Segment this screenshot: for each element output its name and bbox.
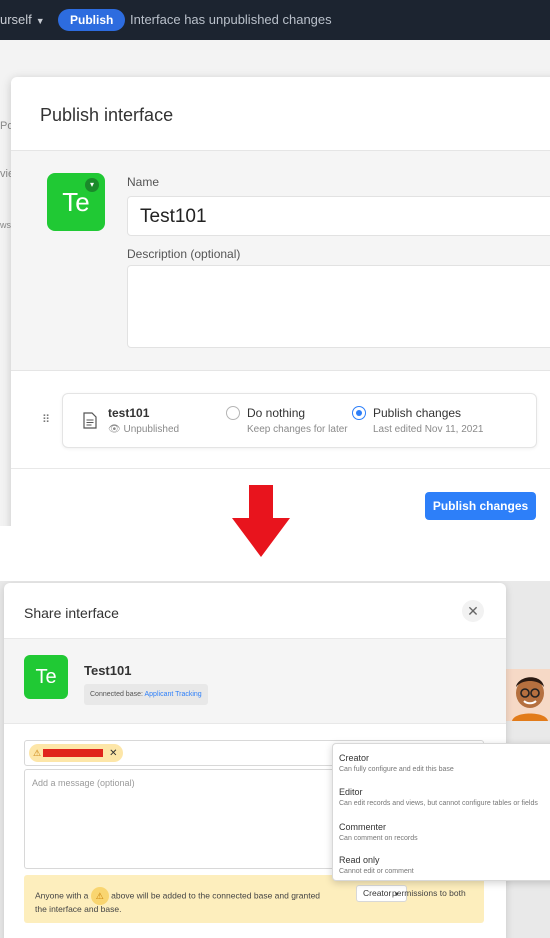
role-desc: Cannot edit or comment <box>339 868 414 875</box>
row-status-text: Unpublished <box>123 424 180 435</box>
chevron-down-icon[interactable]: ▾ <box>85 178 99 192</box>
publish-screen: urself ▼ Publish Interface has unpublishe… <box>0 0 550 526</box>
notice-text: permissions to both <box>392 888 466 898</box>
name-input[interactable]: Test101 <box>127 196 550 236</box>
notice-line-1: Anyone with a ⚠ above will be added to t… <box>35 887 320 905</box>
role-title: Editor <box>339 787 363 797</box>
name-label: Name <box>127 175 160 189</box>
top-bar: urself ▼ Publish Interface has unpublishe… <box>0 0 550 40</box>
chevron-down-icon: ▼ <box>35 16 45 26</box>
unpublished-status: Interface has unpublished changes <box>130 12 332 27</box>
redacted-email <box>43 749 104 758</box>
role-option-commenter[interactable]: Commenter Can comment on records <box>339 822 418 842</box>
interface-name: Test101 <box>84 663 132 678</box>
publish-changes-button[interactable]: Publish changes <box>425 492 536 520</box>
do-nothing-radio[interactable] <box>226 406 240 420</box>
role-desc: Can fully configure and edit this base <box>339 766 454 773</box>
role-title: Creator <box>339 753 370 763</box>
connected-base-badge: Connected base: Applicant Tracking <box>84 684 208 705</box>
bg-fragment: ws <box>0 220 11 230</box>
drag-handle-icon[interactable]: ⠿ <box>42 413 50 426</box>
workspace-menu[interactable]: urself ▼ <box>0 12 45 27</box>
description-label: Description (optional) <box>127 247 241 261</box>
role-option-creator[interactable]: Creator Can fully configure and edit thi… <box>339 753 454 773</box>
role-option-editor[interactable]: Editor Can edit records and views, but c… <box>339 787 538 807</box>
close-icon[interactable]: ✕ <box>462 600 484 622</box>
warning-icon: ⚠ <box>33 748 42 758</box>
remove-chip-icon[interactable]: ✕ <box>109 748 117 759</box>
modal-title: Publish interface <box>40 105 174 125</box>
user-avatar <box>506 669 550 721</box>
icon-initials: Te <box>62 187 90 217</box>
row-name: test101 <box>108 406 150 420</box>
interface-icon[interactable]: Te ▾ <box>47 173 105 231</box>
role-select-value: Creator <box>363 888 392 898</box>
role-desc: Can edit records and views, but cannot c… <box>339 800 538 807</box>
publish-changes-radio[interactable] <box>352 406 366 420</box>
share-screen: Share interface ✕ Te Test101 Connected b… <box>0 581 550 938</box>
share-header-section <box>4 638 506 724</box>
row-status: 👁 Unpublished <box>108 424 179 435</box>
role-desc: Can comment on records <box>339 835 418 842</box>
do-nothing-subtitle: Keep changes for later <box>247 424 348 435</box>
notice-text: above will be added to the connected bas… <box>111 890 321 901</box>
message-placeholder: Add a message (optional) <box>32 778 135 788</box>
role-title: Commenter <box>339 822 387 832</box>
permissions-notice: Anyone with a ⚠ above will be added to t… <box>24 875 484 923</box>
publish-row-card: test101 👁 Unpublished Do nothing Keep ch… <box>62 393 537 448</box>
notice-text: the interface and base. <box>35 904 122 914</box>
description-input[interactable] <box>127 265 550 348</box>
warning-icon: ⚠ <box>90 887 109 905</box>
invitee-chip[interactable]: ⚠ ✕ <box>29 744 124 762</box>
do-nothing-label: Do nothing <box>247 406 306 420</box>
publish-changes-subtitle: Last edited Nov 11, 2021 <box>373 424 484 435</box>
connected-base-label: Connected base: <box>90 691 143 698</box>
interface-icon: Te <box>24 655 68 699</box>
divider <box>11 468 550 469</box>
document-icon <box>83 412 97 429</box>
publish-pill-button[interactable]: Publish <box>58 9 126 31</box>
down-arrow-icon <box>232 485 290 557</box>
eye-icon: 👁 <box>108 424 121 435</box>
connected-base-link[interactable]: Applicant Tracking <box>145 691 202 698</box>
role-title: Read only <box>339 855 380 865</box>
role-dropdown: Creator Can fully configure and edit thi… <box>332 743 550 881</box>
notice-text: Anyone with a <box>35 890 89 901</box>
modal-title: Share interface <box>24 605 119 621</box>
publish-changes-label: Publish changes <box>373 406 462 420</box>
publish-interface-modal: Publish interface Te ▾ Name Test101 Desc… <box>11 77 550 526</box>
role-option-read-only[interactable]: Read only Cannot edit or comment <box>339 855 414 875</box>
icon-initials: Te <box>35 666 57 688</box>
